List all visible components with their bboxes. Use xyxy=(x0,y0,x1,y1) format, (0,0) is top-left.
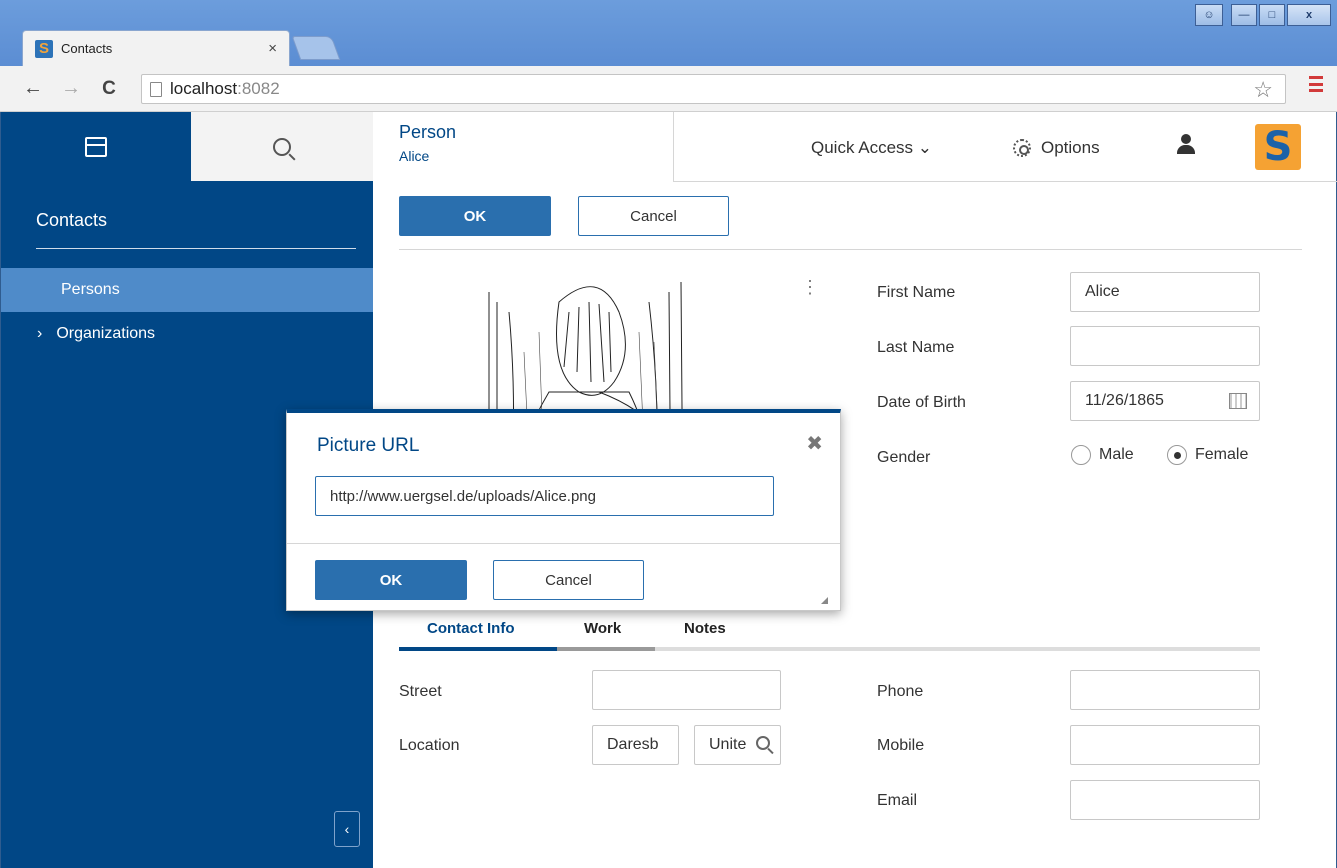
form-divider xyxy=(399,249,1302,250)
dialog-cancel-button[interactable]: Cancel xyxy=(493,560,644,600)
last-name-field[interactable] xyxy=(1070,326,1260,366)
options-label: Options xyxy=(1041,138,1100,157)
location-label: Location xyxy=(399,737,460,754)
mobile-label: Mobile xyxy=(877,737,925,754)
gender-male-label: Male xyxy=(1099,446,1134,463)
dob-field[interactable]: 11/26/1865 xyxy=(1070,381,1260,421)
quick-access-menu[interactable]: Quick Access ⌄ xyxy=(811,138,932,158)
browser-tab[interactable]: S Contacts × xyxy=(22,30,290,66)
tab-close-icon[interactable]: × xyxy=(268,40,277,57)
address-bar[interactable]: localhost:8082 ☆ xyxy=(141,74,1286,104)
browser-toolbar: ← → C localhost:8082 ☆ xyxy=(0,66,1337,112)
street-label: Street xyxy=(399,683,442,700)
view-title: Person xyxy=(399,122,457,142)
gear-icon xyxy=(1013,139,1031,157)
close-icon[interactable]: ✖ xyxy=(806,431,823,456)
calendar-icon[interactable] xyxy=(1229,393,1247,409)
last-name-label: Last Name xyxy=(877,339,955,356)
ok-button[interactable]: OK xyxy=(399,196,551,236)
dob-label: Date of Birth xyxy=(877,394,966,411)
phone-label: Phone xyxy=(877,683,924,700)
sidebar-tabs xyxy=(1,112,373,181)
dialog-divider xyxy=(287,543,840,544)
dialog-title: Picture URL xyxy=(317,435,420,456)
city-field[interactable]: Daresb xyxy=(592,725,679,765)
country-field[interactable]: Unite xyxy=(694,725,781,765)
folder-icon xyxy=(85,136,107,157)
first-name-field[interactable]: Alice xyxy=(1070,272,1260,312)
first-name-label: First Name xyxy=(877,284,956,301)
url-port: :8082 xyxy=(237,79,280,98)
sidebar-divider xyxy=(36,248,356,249)
phone-field[interactable] xyxy=(1070,670,1260,710)
picture-url-dialog: Picture URL ✖ http://www.uergsel.de/uplo… xyxy=(286,409,841,611)
forward-icon[interactable]: → xyxy=(56,77,86,100)
email-field[interactable] xyxy=(1070,780,1260,820)
email-label: Email xyxy=(877,792,918,809)
page-icon xyxy=(150,81,162,97)
sidebar-item-label: Persons xyxy=(61,281,120,298)
bookmark-star-icon[interactable]: ☆ xyxy=(1253,77,1273,103)
gender-female-label: Female xyxy=(1195,446,1249,463)
window-controls: ☺ — □ x xyxy=(1195,4,1331,26)
maximize-icon[interactable]: □ xyxy=(1259,4,1285,26)
chevron-right-icon[interactable]: › xyxy=(37,325,42,343)
tab-hover-indicator xyxy=(557,647,655,651)
country-value: Unite xyxy=(709,736,747,753)
browser-titlebar: ☺ — □ x S Contacts × xyxy=(0,0,1337,66)
search-tab[interactable] xyxy=(191,112,373,181)
gender-female-radio[interactable]: Female xyxy=(1167,445,1248,465)
user-icon[interactable] xyxy=(1175,134,1197,156)
mobile-field[interactable] xyxy=(1070,725,1260,765)
outline-tab[interactable] xyxy=(1,112,191,181)
radio-checked-icon xyxy=(1167,445,1187,465)
street-field[interactable] xyxy=(592,670,781,710)
dialog-ok-button[interactable]: OK xyxy=(315,560,467,600)
sidebar-title: Contacts xyxy=(36,210,108,230)
favicon-icon: S xyxy=(35,39,53,58)
profile-icon[interactable]: ☺ xyxy=(1195,4,1223,26)
view-subtitle: Alice xyxy=(399,148,430,164)
new-tab-button[interactable] xyxy=(291,36,341,60)
tab-notes[interactable]: Notes xyxy=(684,620,726,637)
gender-label: Gender xyxy=(877,449,931,466)
collapse-sidebar-button[interactable]: ‹ xyxy=(334,811,360,847)
close-window-icon[interactable]: x xyxy=(1287,4,1331,26)
dob-value: 11/26/1865 xyxy=(1085,392,1164,409)
sidebar-item-persons[interactable]: Persons xyxy=(1,268,373,312)
view-tab[interactable]: Person Alice xyxy=(373,112,674,182)
picture-menu-icon[interactable]: ⋮ xyxy=(801,278,819,296)
header-divider xyxy=(674,181,1337,182)
options-menu[interactable]: Options xyxy=(1013,138,1100,158)
browser-menu-icon[interactable] xyxy=(1309,76,1323,92)
back-icon[interactable]: ← xyxy=(18,77,48,100)
tab-contact-info[interactable]: Contact Info xyxy=(427,620,515,637)
gender-male-radio[interactable]: Male xyxy=(1071,445,1134,465)
app-area: Contacts Persons › Organizations ‹ Perso… xyxy=(0,112,1337,868)
url-host: localhost xyxy=(170,79,238,98)
search-icon xyxy=(273,137,291,156)
sidebar-item-organizations[interactable]: › Organizations xyxy=(1,312,373,356)
minimize-icon[interactable]: — xyxy=(1231,4,1257,26)
reload-icon[interactable]: C xyxy=(94,78,124,100)
tab-active-indicator xyxy=(399,647,557,651)
sidebar-item-label: Organizations xyxy=(56,325,156,342)
radio-unchecked-icon xyxy=(1071,445,1091,465)
picture-url-input[interactable]: http://www.uergsel.de/uploads/Alice.png xyxy=(315,476,774,516)
app-logo: S xyxy=(1255,124,1301,170)
cancel-button[interactable]: Cancel xyxy=(578,196,729,236)
resize-handle-icon[interactable] xyxy=(821,597,828,604)
tab-work[interactable]: Work xyxy=(584,620,621,637)
tab-title: Contacts xyxy=(61,41,113,56)
search-icon[interactable] xyxy=(756,736,770,750)
